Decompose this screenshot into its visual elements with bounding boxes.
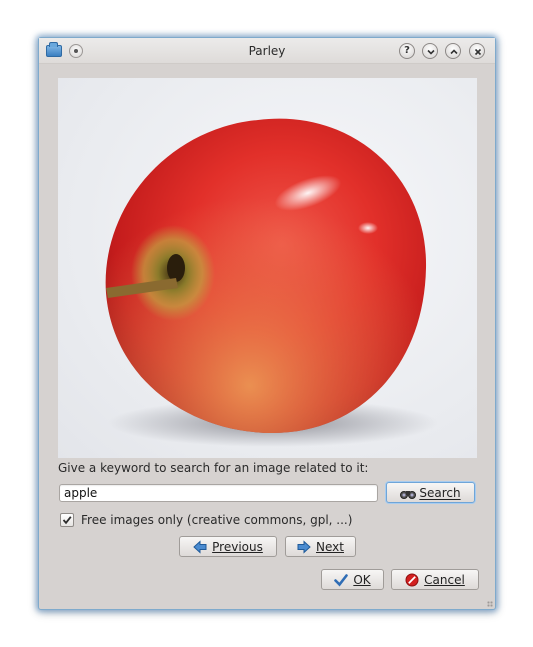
help-icon[interactable]: ? bbox=[399, 43, 415, 59]
previous-button-label: Previous bbox=[212, 539, 263, 554]
ok-button-label: OK bbox=[353, 572, 371, 587]
free-images-label: Free images only (creative commons, gpl,… bbox=[81, 513, 353, 527]
close-icon[interactable] bbox=[469, 43, 485, 59]
dialog-window: Parley ? Give a keyword to search for an… bbox=[38, 37, 496, 610]
arrow-left-icon bbox=[193, 539, 207, 554]
free-images-checkbox[interactable] bbox=[60, 513, 74, 527]
resize-grip[interactable] bbox=[487, 601, 493, 607]
cancel-icon bbox=[405, 573, 419, 587]
search-button[interactable]: Search bbox=[386, 482, 475, 503]
apple-image bbox=[105, 118, 438, 447]
free-images-option[interactable]: Free images only (creative commons, gpl,… bbox=[60, 513, 352, 527]
keyword-input[interactable] bbox=[59, 484, 378, 502]
title-bar[interactable]: Parley ? bbox=[39, 38, 495, 64]
search-button-label: Search bbox=[419, 485, 461, 500]
maximize-icon[interactable] bbox=[445, 43, 461, 59]
arrow-right-icon bbox=[297, 539, 311, 554]
cancel-button[interactable]: Cancel bbox=[391, 569, 479, 590]
image-preview bbox=[58, 78, 477, 458]
checkmark-icon bbox=[334, 573, 349, 587]
next-button[interactable]: Next bbox=[285, 536, 356, 557]
ok-button[interactable]: OK bbox=[321, 569, 384, 590]
minimize-icon[interactable] bbox=[422, 43, 438, 59]
search-prompt-label: Give a keyword to search for an image re… bbox=[58, 461, 369, 475]
next-button-label: Next bbox=[316, 539, 344, 554]
previous-button[interactable]: Previous bbox=[179, 536, 277, 557]
cancel-button-label: Cancel bbox=[424, 572, 465, 587]
binoculars-icon bbox=[400, 486, 417, 500]
